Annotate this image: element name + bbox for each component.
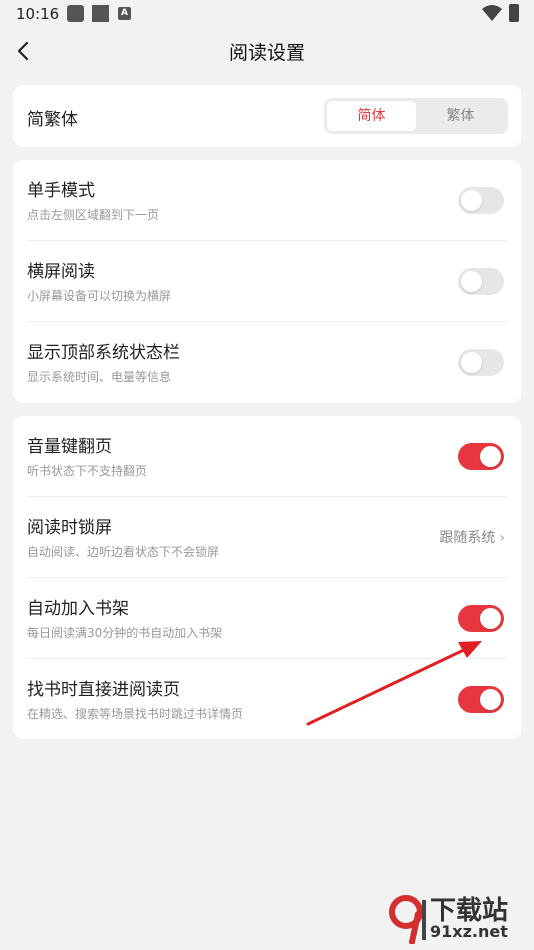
wifi-icon: [482, 5, 502, 21]
behavior-settings-card: 音量键翻页 听书状态下不支持翻页 阅读时锁屏 自动阅读、边听边看状态下不会锁屏 …: [13, 416, 521, 739]
setting-title: 单手模式: [27, 181, 95, 201]
volume-page-turn-toggle[interactable]: [458, 443, 504, 470]
setting-subtitle: 显示系统时间、电量等信息: [27, 370, 172, 384]
setting-title: 找书时直接进阅读页: [27, 680, 180, 700]
battery-charging-icon: [509, 4, 519, 22]
auto-add-shelf-toggle[interactable]: [458, 605, 504, 632]
page-title: 阅读设置: [228, 42, 305, 64]
script-label: 简繁体: [27, 110, 78, 130]
setting-title: 自动加入书架: [27, 599, 129, 619]
toggle-knob: [461, 352, 482, 373]
lock-screen-value[interactable]: 跟随系统 ›: [439, 527, 505, 547]
direct-reading-toggle[interactable]: [458, 686, 504, 713]
watermark-logo: 下载站 91xz.net: [386, 888, 534, 950]
one-hand-mode-toggle[interactable]: [458, 187, 504, 214]
status-time: 10:16: [16, 5, 60, 23]
setting-subtitle: 小屏幕设备可以切换为横屏: [27, 289, 172, 303]
list-item-landscape-reading: 横屏阅读 小屏幕设备可以切换为横屏: [13, 241, 521, 322]
toggle-knob: [461, 190, 482, 211]
setting-title: 横屏阅读: [27, 262, 95, 282]
setting-title: 音量键翻页: [27, 437, 112, 457]
toggle-knob: [480, 446, 501, 467]
app-icon: [67, 5, 84, 22]
setting-title: 阅读时锁屏: [27, 518, 112, 538]
setting-subtitle: 自动阅读、边听边看状态下不会锁屏: [27, 545, 220, 559]
list-item-volume-page-turn: 音量键翻页 听书状态下不支持翻页: [13, 416, 521, 497]
chevron-right-icon: ›: [499, 530, 505, 546]
list-item-one-hand-mode: 单手模式 点击左侧区域翻到下一页: [13, 160, 521, 241]
list-item-auto-add-shelf: 自动加入书架 每日阅读满30分钟的书自动加入书架: [13, 578, 521, 659]
toggle-knob: [461, 271, 482, 292]
list-item-status-bar: 显示顶部系统状态栏 显示系统时间、电量等信息: [13, 322, 521, 403]
status-bar: 10:16 A: [0, 0, 534, 28]
script-card: 简繁体 简体 繁体: [13, 85, 521, 147]
segment-simplified[interactable]: 简体: [327, 101, 416, 131]
list-item-lock-screen[interactable]: 阅读时锁屏 自动阅读、边听边看状态下不会锁屏 跟随系统 ›: [13, 497, 521, 578]
app-icon: [92, 5, 109, 22]
a-icon: A: [118, 7, 131, 20]
script-segmented-control: 简体 繁体: [324, 98, 508, 134]
setting-subtitle: 听书状态下不支持翻页: [27, 464, 148, 478]
toggle-knob: [480, 689, 501, 710]
lock-screen-value-text: 跟随系统: [439, 530, 496, 546]
list-item-direct-reading: 找书时直接进阅读页 在精选、搜索等场景找书时跳过书详情页: [13, 659, 521, 740]
setting-subtitle: 在精选、搜索等场景找书时跳过书详情页: [27, 707, 244, 721]
setting-subtitle: 每日阅读满30分钟的书自动加入书架: [27, 626, 223, 640]
watermark-emblem-icon: [389, 895, 426, 944]
display-settings-card: 单手模式 点击左侧区域翻到下一页 横屏阅读 小屏幕设备可以切换为横屏 显示顶部系…: [13, 160, 521, 403]
setting-title: 显示顶部系统状态栏: [27, 343, 180, 363]
watermark-domain: 91xz.net: [430, 922, 508, 941]
toggle-knob: [480, 608, 501, 629]
setting-subtitle: 点击左侧区域翻到下一页: [27, 208, 160, 222]
app-header: 阅读设置: [0, 28, 534, 74]
status-bar-toggle[interactable]: [458, 349, 504, 376]
segment-traditional[interactable]: 繁体: [416, 101, 505, 131]
landscape-reading-toggle[interactable]: [458, 268, 504, 295]
